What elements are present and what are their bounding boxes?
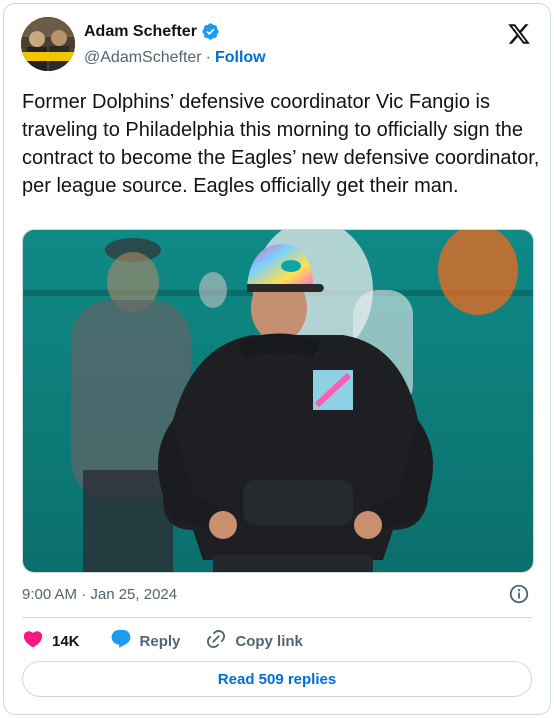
like-count: 14K	[52, 632, 80, 650]
link-icon	[205, 628, 227, 654]
reply-label: Reply	[139, 632, 181, 650]
heart-icon	[22, 628, 44, 654]
follow-button[interactable]: Follow	[215, 49, 266, 67]
author-display-name[interactable]: Adam Schefter	[84, 23, 197, 41]
action-bar: 14K Reply Copy link	[22, 628, 303, 654]
tweet-text: Former Dolphins’ defensive coordinator V…	[22, 91, 540, 197]
tweet-card: Adam Schefter @AdamSchefter · Follow For…	[3, 3, 551, 715]
info-icon[interactable]	[508, 583, 530, 605]
read-replies-button[interactable]: Read 509 replies	[22, 661, 532, 697]
verified-badge-icon	[201, 22, 220, 41]
tweet-timestamp[interactable]: 9:00 AM · Jan 25, 2024	[22, 586, 177, 603]
copy-link-button[interactable]: Copy link	[205, 628, 303, 654]
author-handle[interactable]: @AdamSchefter	[84, 49, 202, 67]
copy-link-label: Copy link	[235, 632, 303, 650]
like-button[interactable]: 14K	[22, 628, 80, 654]
x-logo-icon[interactable]	[506, 22, 532, 46]
reply-button[interactable]: Reply	[110, 628, 181, 654]
handle-separator: ·	[205, 49, 211, 66]
avatar[interactable]	[21, 17, 75, 71]
divider	[22, 617, 532, 618]
speech-bubble-icon	[110, 628, 132, 654]
tweet-photo[interactable]	[22, 229, 534, 573]
